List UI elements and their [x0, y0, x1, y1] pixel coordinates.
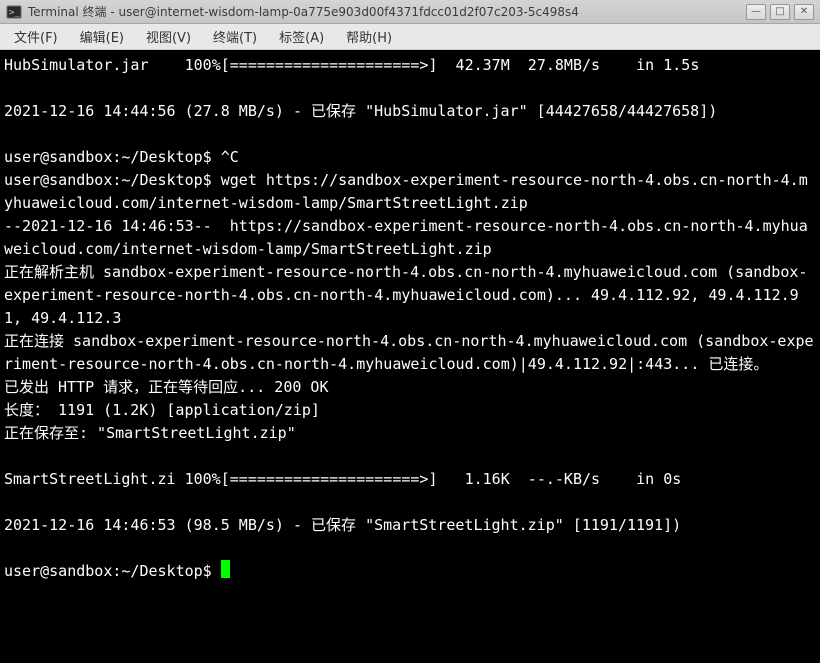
- prompt-line: user@sandbox:~/Desktop$: [4, 562, 221, 580]
- terminal-output[interactable]: HubSimulator.jar 100%[==================…: [0, 50, 820, 663]
- output-line: 2021-12-16 14:46:53 (98.5 MB/s) - 已保存 "S…: [4, 516, 681, 534]
- output-line: 正在连接 sandbox-experiment-resource-north-4…: [4, 332, 814, 373]
- menu-edit[interactable]: 编辑(E): [70, 24, 134, 49]
- window-title: Terminal 终端 - user@internet-wisdom-lamp-…: [28, 3, 746, 20]
- menu-help[interactable]: 帮助(H): [336, 24, 402, 49]
- menubar: 文件(F) 编辑(E) 视图(V) 终端(T) 标签(A) 帮助(H): [0, 24, 820, 50]
- output-line: 正在保存至: "SmartStreetLight.zip": [4, 424, 296, 442]
- minimize-button[interactable]: —: [746, 4, 766, 20]
- close-button[interactable]: ✕: [794, 4, 814, 20]
- window-buttons: — □ ✕: [746, 4, 814, 20]
- output-line: --2021-12-16 14:46:53-- https://sandbox-…: [4, 217, 808, 258]
- output-line: 长度： 1191 (1.2K) [application/zip]: [4, 401, 320, 419]
- output-line: 正在解析主机 sandbox-experiment-resource-north…: [4, 263, 807, 327]
- menu-terminal[interactable]: 终端(T): [203, 24, 267, 49]
- menu-view[interactable]: 视图(V): [136, 24, 201, 49]
- output-line: 已发出 HTTP 请求，正在等待回应... 200 OK: [4, 378, 329, 396]
- terminal-cursor: [221, 560, 230, 578]
- prompt-line: user@sandbox:~/Desktop$ ^C: [4, 148, 239, 166]
- svg-text:>_: >_: [9, 8, 20, 18]
- terminal-window: >_ Terminal 终端 - user@internet-wisdom-la…: [0, 0, 820, 663]
- prompt-line: user@sandbox:~/Desktop$ wget https://san…: [4, 171, 808, 212]
- menu-file[interactable]: 文件(F): [4, 24, 68, 49]
- titlebar[interactable]: >_ Terminal 终端 - user@internet-wisdom-la…: [0, 0, 820, 24]
- terminal-icon: >_: [6, 4, 22, 20]
- output-line: SmartStreetLight.zi 100%[===============…: [4, 470, 681, 488]
- output-line: HubSimulator.jar 100%[==================…: [4, 56, 699, 74]
- menu-tabs[interactable]: 标签(A): [269, 24, 334, 49]
- maximize-button[interactable]: □: [770, 4, 790, 20]
- output-line: 2021-12-16 14:44:56 (27.8 MB/s) - 已保存 "H…: [4, 102, 717, 120]
